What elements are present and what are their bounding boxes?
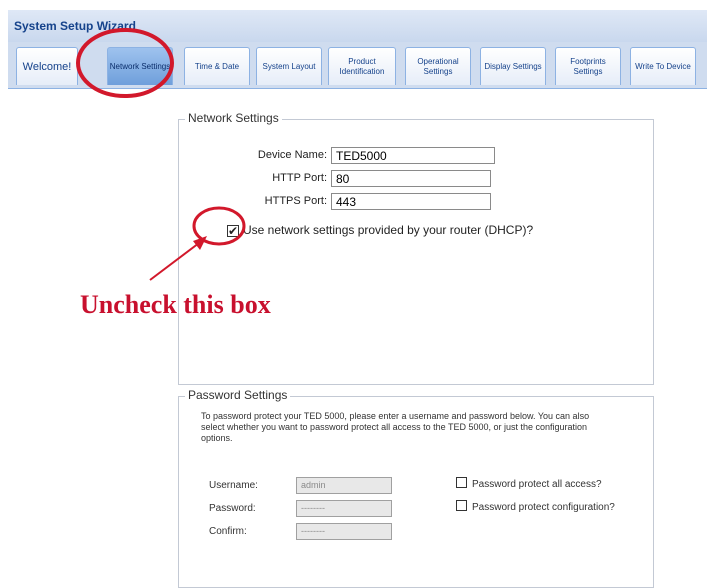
tab-highlight-circle <box>76 28 174 98</box>
annotation-arrow-line <box>149 239 204 281</box>
annotation-overlay <box>76 28 246 281</box>
